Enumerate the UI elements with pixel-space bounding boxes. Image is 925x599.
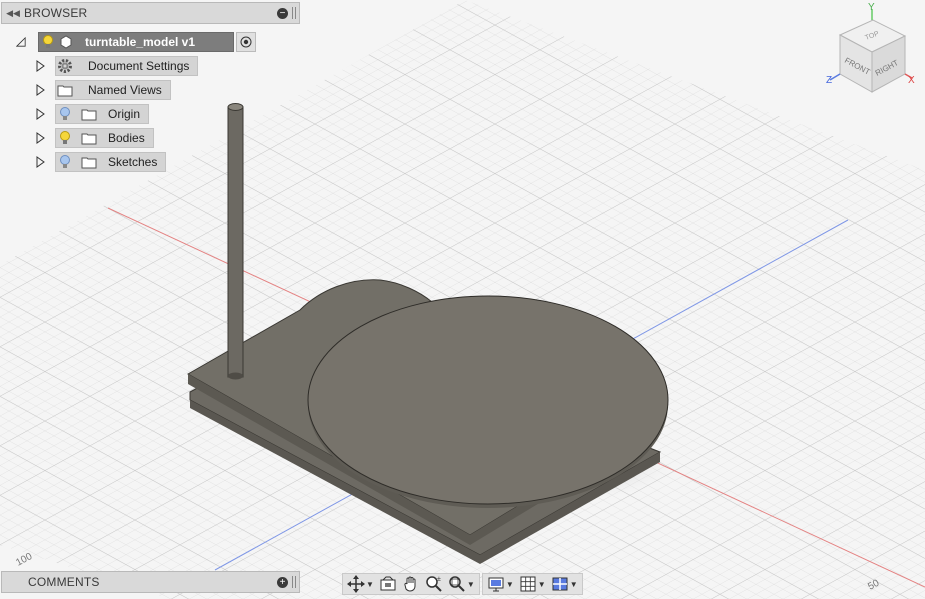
grid-icon: [520, 576, 536, 592]
activate-radio-icon[interactable]: [236, 32, 256, 52]
lightbulb-off-icon[interactable]: [56, 105, 74, 123]
tree-root-row[interactable]: turntable_model v1: [16, 32, 256, 52]
expand-arrow-icon[interactable]: [35, 56, 45, 76]
axis-z-label: Z: [826, 75, 832, 86]
pan-button[interactable]: [402, 575, 420, 593]
zoom-button[interactable]: ±: [425, 575, 443, 593]
component-icon: [57, 33, 75, 51]
chevron-down-icon[interactable]: ▼: [506, 580, 514, 589]
hand-icon: [404, 576, 416, 592]
tree-row-named-views[interactable]: Named Views: [35, 80, 171, 100]
chevron-down-icon[interactable]: ▼: [467, 580, 475, 589]
expand-arrow-icon[interactable]: [35, 104, 45, 124]
expand-arrow-icon[interactable]: [35, 80, 45, 100]
fit-button[interactable]: ▼: [448, 575, 475, 593]
sketches-label: Sketches: [108, 155, 158, 169]
move-cross-icon: [347, 575, 365, 593]
named-views-node[interactable]: Named Views: [55, 80, 171, 100]
display-tools-group: ▼ ▼ ▼: [481, 573, 583, 595]
tree-row-origin[interactable]: Origin: [35, 104, 150, 124]
axis-y-label: Y: [868, 2, 875, 13]
grid-settings-button[interactable]: ▼: [519, 575, 546, 593]
document-settings-label: Document Settings: [88, 59, 190, 73]
folder-icon: [56, 81, 74, 99]
monitor-icon: [488, 577, 504, 592]
chevron-down-icon[interactable]: ▼: [366, 580, 374, 589]
browser-panel-header[interactable]: ◀◀ BROWSER −: [1, 2, 300, 24]
lightbulb-icon[interactable]: [39, 33, 57, 51]
bodies-node[interactable]: Bodies: [55, 128, 154, 148]
tree-row-sketches[interactable]: Sketches: [35, 152, 167, 172]
look-at-icon: [380, 576, 396, 591]
zoom-window-icon: [449, 576, 465, 592]
comments-panel-header[interactable]: COMMENTS +: [1, 571, 300, 593]
orbit-button[interactable]: ▼: [347, 575, 374, 593]
document-settings-node[interactable]: Document Settings: [55, 56, 199, 76]
folder-icon: [80, 129, 98, 147]
viewports-icon: [552, 577, 568, 591]
look-at-button[interactable]: [379, 575, 397, 593]
collapse-panel-icon[interactable]: ◀◀: [2, 8, 24, 19]
folder-icon: [80, 105, 98, 123]
expand-arrow-icon[interactable]: [35, 128, 45, 148]
gear-icon: [56, 57, 74, 75]
browser-title: BROWSER: [24, 6, 88, 20]
origin-node[interactable]: Origin: [55, 104, 150, 124]
root-component-label: turntable_model v1: [85, 35, 196, 49]
bodies-label: Bodies: [108, 131, 145, 145]
turntable-platter: [307, 295, 669, 505]
folder-icon: [80, 153, 98, 171]
lightbulb-icon[interactable]: [56, 129, 74, 147]
root-component-node[interactable]: turntable_model v1: [38, 32, 234, 52]
display-settings-button[interactable]: ▼: [487, 575, 514, 593]
expand-arrow-icon[interactable]: [35, 152, 45, 172]
comments-title: COMMENTS: [28, 575, 100, 589]
chevron-down-icon[interactable]: ▼: [538, 580, 546, 589]
minimize-icon[interactable]: −: [277, 7, 288, 19]
tonearm-post-base: [228, 372, 243, 380]
origin-label: Origin: [108, 107, 141, 121]
named-views-label: Named Views: [88, 83, 162, 97]
svg-text:±: ±: [437, 576, 441, 583]
expand-triangle-icon[interactable]: [16, 32, 26, 52]
lightbulb-off-icon[interactable]: [56, 153, 74, 171]
tonearm-post-top: [227, 103, 244, 111]
panel-grip-icon[interactable]: [292, 7, 296, 19]
navigation-toolbar: ▼ ± ▼ ▼ ▼ ▼: [342, 572, 583, 596]
nav-tools-group: ▼ ± ▼: [342, 573, 480, 595]
axis-x-label: X: [908, 75, 915, 86]
chevron-down-icon[interactable]: ▼: [570, 580, 578, 589]
tree-row-document-settings[interactable]: Document Settings: [35, 56, 199, 76]
panel-grip-icon[interactable]: [292, 576, 296, 588]
zoom-icon: ±: [426, 576, 442, 592]
add-comment-icon[interactable]: +: [277, 576, 288, 588]
sketches-node[interactable]: Sketches: [55, 152, 167, 172]
tree-row-bodies[interactable]: Bodies: [35, 128, 154, 148]
tonearm-post: [227, 106, 244, 378]
viewports-button[interactable]: ▼: [551, 575, 578, 593]
